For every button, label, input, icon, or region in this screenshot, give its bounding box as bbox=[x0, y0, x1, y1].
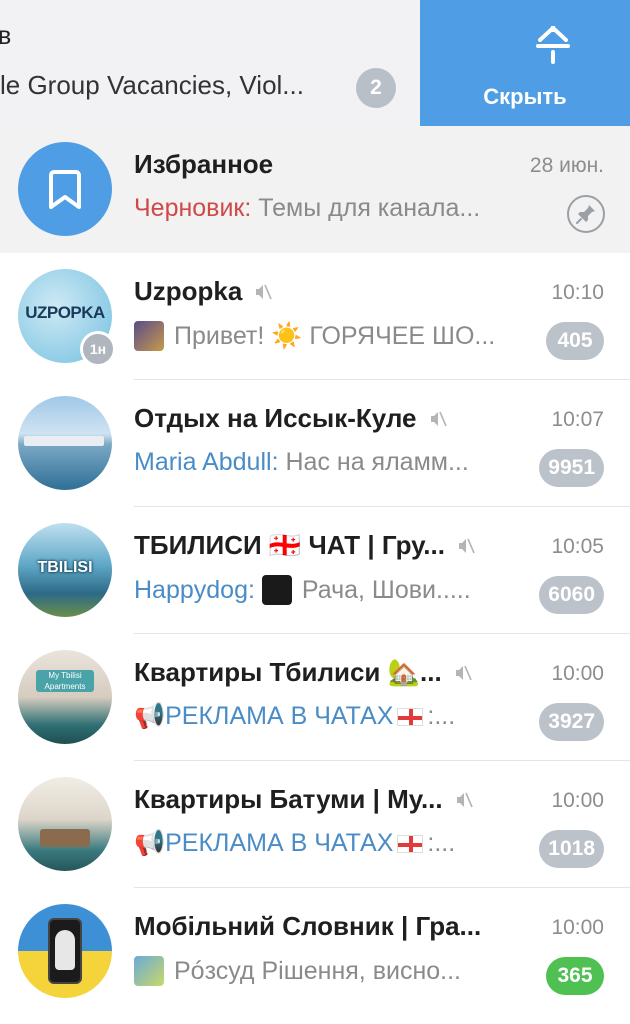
chat-name: Мобільний Словник | Гра... bbox=[134, 911, 482, 941]
unread-badge: 9951 bbox=[539, 449, 604, 487]
unread-badge: 405 bbox=[546, 322, 604, 360]
chat-time: 10:05 bbox=[551, 535, 604, 558]
georgia-flag-icon bbox=[397, 707, 424, 726]
chat-item-mobile-dictionary[interactable]: Мобільний Словник | Гра... 10:00 Рóзсуд … bbox=[0, 888, 630, 1015]
avatar-text: UZPOPKA bbox=[25, 303, 105, 322]
archived-chats-row[interactable]: в le Group Vacancies, Viol... 2 Скрыть bbox=[0, 0, 630, 126]
archived-chats-title: в bbox=[0, 22, 12, 50]
chat-name: Uzpopka bbox=[134, 276, 273, 307]
chat-name-text: Квартиры Батуми | Му... bbox=[134, 784, 443, 814]
avatar-building bbox=[24, 436, 104, 446]
hide-label: Скрыть bbox=[483, 84, 567, 109]
muted-icon bbox=[455, 665, 472, 680]
avatar: TBILISI bbox=[18, 523, 112, 617]
chat-preview: Maria Abdull: Нас на яламм... bbox=[134, 448, 519, 477]
chat-message: Привет! ☀️ ГОРЯЧЕЕ ШО... bbox=[174, 321, 496, 350]
archived-unread-badge: 2 bbox=[356, 68, 396, 108]
chat-time: 10:10 bbox=[551, 281, 604, 304]
chat-preview: Happydog: Рача, Шови..... bbox=[134, 575, 519, 605]
avatar bbox=[18, 777, 112, 871]
chat-preview: Рóзсуд Рішення, висно... bbox=[134, 956, 519, 986]
chat-time: 10:07 bbox=[551, 408, 604, 431]
statue-graphic bbox=[55, 930, 75, 970]
unread-badge: 1018 bbox=[539, 830, 604, 868]
muted-icon bbox=[430, 411, 447, 426]
unread-badge: 6060 bbox=[539, 576, 604, 614]
chat-item-uzpopka[interactable]: UZPOPKA 1н Uzpopka 10:10 Привет! ☀️ ГОРЯ… bbox=[0, 253, 630, 380]
chat-message: Темы для канала... bbox=[258, 194, 481, 222]
list-bottom bbox=[0, 1010, 630, 1024]
chat-time: 10:00 bbox=[551, 662, 604, 685]
phone-graphic bbox=[48, 918, 82, 984]
georgia-flag-icon bbox=[397, 834, 424, 853]
archived-chats-preview: le Group Vacancies, Viol... bbox=[0, 70, 304, 100]
chat-preview: 📢РЕКЛАМА В ЧАТАХ :... bbox=[134, 702, 519, 731]
unread-badge: 3927 bbox=[539, 703, 604, 741]
chat-name: Квартиры Батуми | Му... bbox=[134, 784, 473, 815]
chat-time: 10:00 bbox=[551, 916, 604, 939]
chat-preview: Привет! ☀️ ГОРЯЧЕЕ ШО... bbox=[134, 321, 519, 351]
chat-message: Рóзсуд Рішення, висно... bbox=[174, 956, 461, 985]
avatar-text: TBILISI bbox=[37, 559, 93, 576]
bookmark-icon bbox=[49, 170, 81, 209]
chat-item-issyk-kul[interactable]: Отдых на Иссык-Куле 10:07 Maria Abdull: … bbox=[0, 380, 630, 507]
unpin-arrow-icon bbox=[536, 26, 570, 64]
sender-name: Happydog: bbox=[134, 575, 255, 604]
chat-name-text: ТБИЛИСИ 🇬🇪 ЧАТ | Гру... bbox=[134, 530, 445, 560]
pin-icon bbox=[567, 195, 605, 233]
story-timer-badge: 1н bbox=[80, 331, 116, 367]
chat-name: Отдых на Иссык-Куле bbox=[134, 403, 447, 434]
avatar bbox=[18, 904, 112, 998]
hide-archive-button[interactable]: Скрыть bbox=[420, 0, 630, 126]
chat-preview: Черновик: Темы для канала... bbox=[134, 194, 519, 223]
sender-name: Maria Abdull: bbox=[134, 448, 279, 476]
chat-name-text: Квартиры Тбилиси 🏡... bbox=[134, 657, 442, 687]
archived-chats-card[interactable]: в le Group Vacancies, Viol... 2 bbox=[0, 0, 420, 126]
chat-time: 10:00 bbox=[551, 789, 604, 812]
avatar-text: My Tbilisi Apartments bbox=[36, 670, 94, 692]
chat-message: 📢РЕКЛАМА В ЧАТАХ bbox=[134, 829, 394, 857]
muted-icon bbox=[456, 792, 473, 807]
avatar bbox=[18, 142, 112, 236]
media-thumbnail bbox=[134, 321, 164, 351]
message-suffix: :... bbox=[427, 702, 456, 730]
draft-label: Черновик: bbox=[134, 194, 252, 222]
chat-message: 📢РЕКЛАМА В ЧАТАХ bbox=[134, 702, 394, 730]
message-suffix: :... bbox=[427, 829, 456, 857]
chat-time: 28 июн. bbox=[529, 154, 604, 177]
chat-name-text: Uzpopka bbox=[134, 276, 243, 306]
avatar-furniture bbox=[40, 829, 90, 847]
chat-item-tbilisi-apartments[interactable]: My Tbilisi Apartments Квартиры Тбилиси 🏡… bbox=[0, 634, 630, 761]
chat-item-batumi-apartments[interactable]: Квартиры Батуми | Му... 10:00 📢РЕКЛАМА В… bbox=[0, 761, 630, 888]
chat-name: Квартиры Тбилиси 🏡... bbox=[134, 657, 472, 688]
avatar: My Tbilisi Apartments bbox=[18, 650, 112, 744]
chat-item-tbilisi-chat[interactable]: TBILISI ТБИЛИСИ 🇬🇪 ЧАТ | Гру... 10:05 Ha… bbox=[0, 507, 630, 634]
chat-message: Нас на яламм... bbox=[285, 448, 469, 476]
chat-name: Избранное bbox=[134, 149, 274, 179]
chat-preview: 📢РЕКЛАМА В ЧАТАХ :... bbox=[134, 829, 519, 858]
chat-message: Рача, Шови..... bbox=[301, 575, 471, 604]
chat-name: ТБИЛИСИ 🇬🇪 ЧАТ | Гру... bbox=[134, 530, 475, 561]
media-thumbnail bbox=[261, 575, 292, 605]
unread-badge: 365 bbox=[546, 957, 604, 995]
muted-icon bbox=[256, 284, 273, 299]
chat-name-text: Отдых на Иссык-Куле bbox=[134, 403, 417, 433]
media-thumbnail bbox=[134, 956, 164, 986]
avatar bbox=[18, 396, 112, 490]
muted-icon bbox=[458, 538, 475, 553]
chat-item-saved-messages[interactable]: Избранное 28 июн. Черновик: Темы для кан… bbox=[0, 126, 630, 253]
